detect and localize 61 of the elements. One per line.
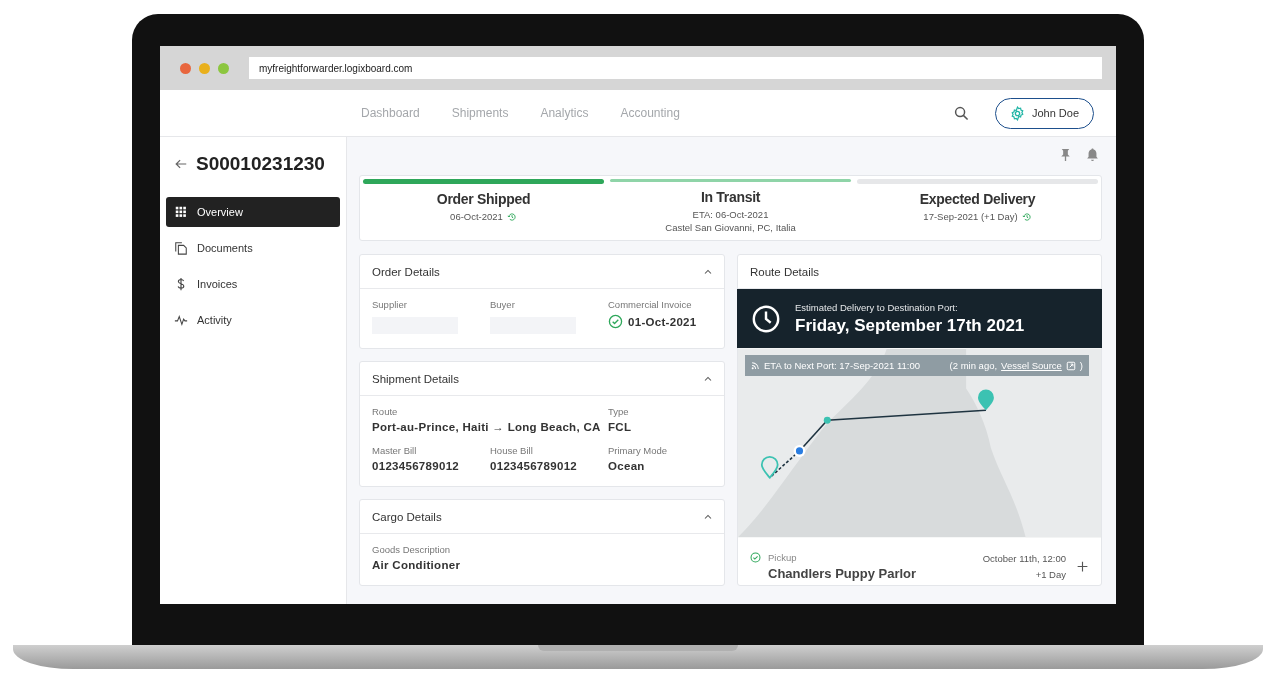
field-value: Air Conditioner [372, 559, 461, 571]
stage-title: Expected Delivery [919, 191, 1036, 207]
history-icon[interactable] [1021, 211, 1032, 222]
stage-detail: 17-Sep-2021 (+1 Day) [923, 210, 1018, 223]
card-title: Shipment Details [372, 372, 459, 385]
close-dot-icon[interactable] [180, 62, 191, 74]
sidebar-item[interactable]: Activity [166, 305, 340, 335]
field-value: Port-au-Prince, Haiti → Long Beach, CA [372, 421, 601, 433]
documents-icon [174, 241, 188, 255]
route-stop[interactable]: Pickup Chandlers Puppy Parlor October 11th, 12:00 +1 Day [738, 538, 1101, 581]
card-title: Route Details [750, 265, 820, 278]
stage-title: Order Shipped [436, 191, 531, 207]
clock-icon [751, 303, 781, 334]
settings-icon [1009, 105, 1025, 121]
minimize-dot-icon[interactable] [199, 62, 210, 74]
user-button[interactable]: John Doe [994, 97, 1094, 129]
field-label: Type [608, 406, 630, 417]
sidebar-item[interactable]: Invoices [166, 269, 340, 299]
stop-place: Chandlers Puppy Parlor [767, 566, 918, 581]
eta-paren: ) [1079, 360, 1083, 371]
address-bar[interactable]: myfreightforwarder.logixboard.com [249, 57, 1102, 79]
signal-icon [751, 361, 760, 370]
field-label: Supplier [372, 299, 408, 310]
field-value: FCL [608, 421, 632, 433]
field-label: Commercial Invoice [608, 299, 693, 310]
sidebar-item[interactable]: Documents [166, 233, 340, 263]
field-label: Master Bill [372, 445, 418, 456]
stage-detail: Castel San Giovanni, PC, Italia [665, 221, 796, 234]
field-label: Buyer [490, 299, 516, 310]
external-link-icon[interactable] [1065, 360, 1076, 371]
maximize-dot-icon[interactable] [218, 62, 229, 74]
field-value: 01-Oct-2021 [628, 315, 697, 328]
field-label: House Bill [490, 445, 534, 456]
stage-detail: ETA: 06-Oct-2021 [692, 208, 769, 221]
card-title: Order Details [372, 265, 440, 278]
card-title: Cargo Details [372, 510, 442, 523]
grid-icon [174, 205, 188, 219]
back-arrow-icon[interactable] [174, 157, 188, 171]
stop-offset: +1 Day [1035, 569, 1066, 580]
field-value: 0123456789012 [490, 460, 578, 472]
stop-type: Pickup [768, 552, 797, 563]
check-circle-icon [608, 314, 623, 329]
field-label: Primary Mode [608, 445, 669, 456]
field-label: Route [372, 406, 399, 417]
field-label: Goods Description [372, 544, 452, 555]
eta-age: (2 min ago, [949, 360, 998, 371]
stage-detail: 06-Oct-2021 [450, 210, 503, 223]
search-icon[interactable] [953, 105, 969, 121]
banner-date: Friday, September 17th 2021 [795, 315, 1025, 336]
eta-text: ETA to Next Port: 17-Sep-2021 11:00 [764, 360, 920, 371]
field-value: Ocean [608, 460, 645, 472]
field-value: 0123456789012 [372, 460, 460, 472]
pulse-icon [174, 313, 188, 327]
banner-label: Estimated Delivery to Destination Port: [795, 301, 959, 313]
stage-title: In Transit [700, 189, 761, 205]
plus-icon[interactable] [1076, 560, 1089, 573]
stop-time: October 11th, 12:00 [982, 553, 1066, 564]
bell-icon[interactable] [1085, 147, 1100, 162]
sidebar-item[interactable]: Overview [166, 197, 340, 227]
shipment-id: S00010231230 [196, 153, 325, 175]
history-icon[interactable] [506, 211, 517, 222]
